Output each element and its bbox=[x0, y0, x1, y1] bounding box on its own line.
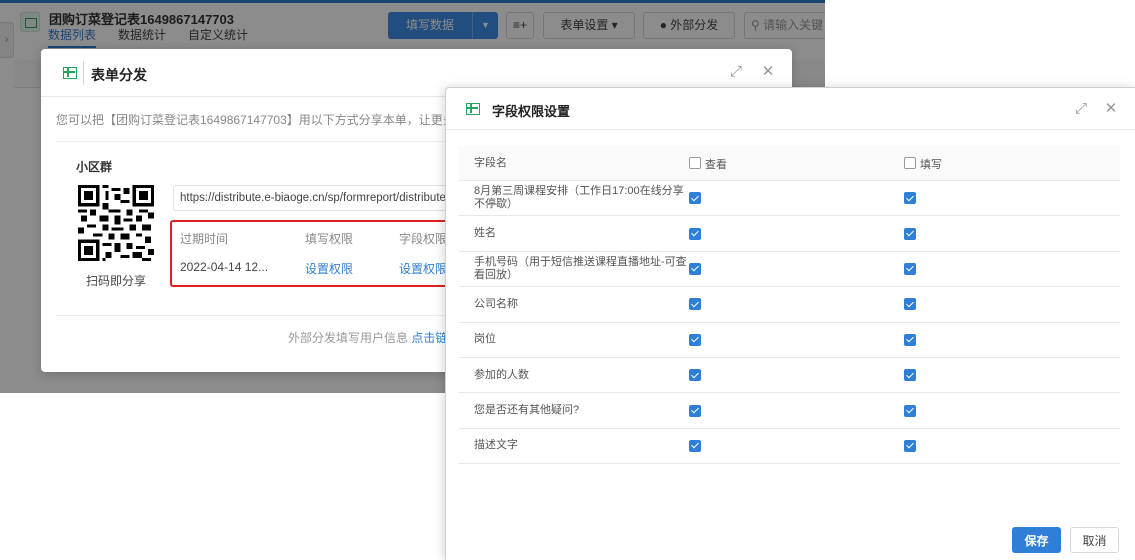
share-modal-title: 表单分发 bbox=[91, 67, 147, 83]
fill-checkbox[interactable] bbox=[904, 439, 916, 452]
select-all-view-checkbox[interactable] bbox=[689, 157, 701, 169]
fill-checkbox[interactable] bbox=[904, 227, 916, 240]
fill-checkbox[interactable] bbox=[904, 298, 916, 311]
view-checkbox[interactable] bbox=[689, 333, 701, 346]
fill-checkbox[interactable] bbox=[904, 404, 916, 417]
table-row: 公司名称 bbox=[459, 287, 1120, 323]
table-row: 参加的人数 bbox=[459, 358, 1120, 394]
field-name: 8月第三周课程安排（工作日17:00在线分享不停歇） bbox=[474, 185, 684, 211]
share-footer-text: 外部分发填写用户信息 bbox=[288, 331, 409, 345]
field-permission-table: 字段名 查看 填写 8月第三周课程安排（工作日17:00在线分享不停歇） 姓名手机… bbox=[459, 146, 1120, 465]
close-icon[interactable]: ✕ bbox=[1102, 100, 1120, 118]
field-permission-modal-title: 字段权限设置 bbox=[492, 104, 571, 119]
app-root: › 团购订菜登记表1649867147703 数据列表 数据统计 自定义统计 填… bbox=[0, 0, 1135, 560]
fill-permission-link[interactable]: 设置权限 bbox=[305, 260, 353, 277]
table-row: 8月第三周课程安排（工作日17:00在线分享不停歇） bbox=[459, 181, 1120, 217]
view-checkbox[interactable] bbox=[689, 192, 701, 205]
field-name: 您是否还有其他疑问? bbox=[474, 404, 580, 417]
field-permission-header: 字段权限 bbox=[399, 232, 448, 246]
table-row: 岗位 bbox=[459, 323, 1120, 358]
table-row: 手机号码（用于短信推送课程直播地址-可查看回放） bbox=[459, 252, 1120, 288]
fill-permission-header: 填写权限 bbox=[305, 232, 354, 246]
field-name-header: 字段名 bbox=[474, 156, 507, 169]
view-checkbox[interactable] bbox=[689, 298, 701, 311]
spreadsheet-icon bbox=[466, 103, 480, 115]
qr-code bbox=[78, 185, 154, 261]
share-footer: 外部分发填写用户信息 点击链接 bbox=[288, 329, 459, 346]
field-name: 手机号码（用于短信推送课程直播地址-可查看回放） bbox=[474, 255, 687, 281]
view-checkbox[interactable] bbox=[689, 439, 701, 452]
table-row: 您是否还有其他疑问? bbox=[459, 393, 1120, 429]
channel-label: 小区群 bbox=[76, 160, 113, 174]
view-checkbox[interactable] bbox=[689, 227, 701, 240]
field-permission-column: 字段权限 设置权限 bbox=[399, 230, 447, 277]
view-column-header: 查看 bbox=[705, 159, 727, 171]
field-permission-modal-header: 字段权限设置 ⤢ ✕ bbox=[446, 88, 1135, 130]
view-checkbox[interactable] bbox=[689, 369, 701, 382]
expand-icon[interactable]: ⤢ bbox=[727, 63, 745, 81]
expire-value: 2022-04-14 12... bbox=[180, 260, 269, 274]
fill-checkbox[interactable] bbox=[904, 369, 916, 382]
qr-caption: 扫码即分享 bbox=[86, 274, 147, 288]
cancel-button[interactable]: 取消 bbox=[1070, 527, 1119, 553]
table-row: 描述文字 bbox=[459, 429, 1120, 465]
expand-icon[interactable]: ⤢ bbox=[1072, 100, 1090, 118]
field-rows: 8月第三周课程安排（工作日17:00在线分享不停歇） 姓名手机号码（用于短信推送课… bbox=[459, 181, 1120, 465]
table-row: 姓名 bbox=[459, 216, 1120, 252]
header-divider bbox=[83, 61, 84, 85]
fill-checkbox[interactable] bbox=[904, 192, 916, 205]
fill-permission-column: 填写权限 设置权限 bbox=[305, 230, 353, 277]
view-checkbox[interactable] bbox=[689, 262, 701, 275]
view-checkbox[interactable] bbox=[689, 404, 701, 417]
share-intro-text: 您可以把【团购订菜登记表1649867147703】用以下方式分享本单，让更多人 bbox=[56, 113, 467, 127]
expire-column: 过期时间 2022-04-14 12... bbox=[180, 230, 268, 274]
field-name: 描述文字 bbox=[474, 439, 518, 452]
expire-header: 过期时间 bbox=[180, 232, 229, 246]
fill-column-header: 填写 bbox=[920, 159, 942, 171]
field-name: 参加的人数 bbox=[474, 368, 529, 381]
field-name: 公司名称 bbox=[474, 297, 518, 310]
spreadsheet-icon bbox=[63, 67, 77, 79]
fill-checkbox[interactable] bbox=[904, 333, 916, 346]
field-permission-link[interactable]: 设置权限 bbox=[399, 260, 447, 277]
save-button[interactable]: 保存 bbox=[1012, 527, 1061, 553]
fill-checkbox[interactable] bbox=[904, 262, 916, 275]
field-permission-modal: 字段权限设置 ⤢ ✕ 字段名 查看 填写 8月第三周课程安排（工作日17:00在… bbox=[445, 87, 1135, 560]
field-name: 岗位 bbox=[474, 333, 496, 346]
close-icon[interactable]: ✕ bbox=[759, 63, 777, 81]
select-all-fill-checkbox[interactable] bbox=[904, 157, 916, 169]
field-name: 姓名 bbox=[474, 227, 496, 240]
table-header-row: 字段名 查看 填写 bbox=[459, 146, 1120, 181]
